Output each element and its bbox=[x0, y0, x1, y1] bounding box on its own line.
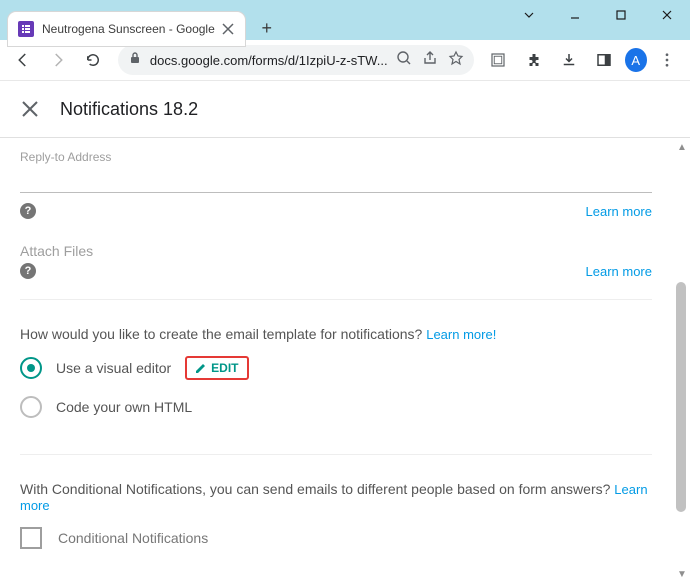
new-tab-button[interactable]: + bbox=[253, 14, 281, 42]
close-tab-icon[interactable] bbox=[221, 22, 235, 36]
window-dropdown[interactable] bbox=[506, 0, 552, 30]
url-text: docs.google.com/forms/d/1IzpiU-z-sTW... bbox=[150, 53, 388, 68]
template-question-text: How would you like to create the email t… bbox=[20, 326, 426, 342]
reply-to-label: Reply-to Address bbox=[20, 150, 652, 164]
url-bar[interactable]: docs.google.com/forms/d/1IzpiU-z-sTW... bbox=[118, 45, 474, 75]
window-maximize[interactable] bbox=[598, 0, 644, 30]
option-visual-editor[interactable]: Use a visual editor EDIT bbox=[0, 348, 672, 388]
attach-files-section: Attach Files ? Learn more bbox=[0, 231, 672, 291]
scroll-down-arrow[interactable]: ▼ bbox=[676, 569, 688, 581]
reply-to-section: Reply-to Address ? Learn more bbox=[0, 138, 672, 231]
help-icon[interactable]: ? bbox=[20, 203, 36, 219]
back-button[interactable] bbox=[8, 44, 37, 76]
reply-to-learn-more-link[interactable]: Learn more bbox=[586, 204, 652, 219]
sidepanel-icon[interactable] bbox=[589, 44, 618, 76]
option-code-html[interactable]: Code your own HTML bbox=[0, 388, 672, 426]
reload-button[interactable] bbox=[79, 44, 108, 76]
profile-avatar[interactable]: A bbox=[625, 48, 647, 72]
lock-icon bbox=[128, 51, 142, 70]
forward-button[interactable] bbox=[43, 44, 72, 76]
window-controls bbox=[506, 0, 690, 30]
bookmark-icon[interactable] bbox=[448, 50, 464, 71]
divider bbox=[20, 299, 652, 300]
browser-toolbar: docs.google.com/forms/d/1IzpiU-z-sTW... … bbox=[0, 40, 690, 81]
close-dialog-icon[interactable] bbox=[20, 99, 40, 119]
forms-favicon bbox=[18, 21, 34, 37]
attach-learn-more-link[interactable]: Learn more bbox=[586, 264, 652, 279]
help-icon[interactable]: ? bbox=[20, 263, 36, 279]
browser-titlebar: Neutrogena Sunscreen - Google + bbox=[0, 0, 690, 40]
zoom-icon[interactable] bbox=[396, 50, 412, 71]
attach-files-label: Attach Files bbox=[20, 243, 652, 259]
content-area: Reply-to Address ? Learn more Attach Fil… bbox=[0, 138, 672, 583]
conditional-text-body: With Conditional Notifications, you can … bbox=[20, 481, 614, 497]
checkbox-icon[interactable] bbox=[20, 527, 42, 549]
gtranslate-icon[interactable] bbox=[484, 44, 513, 76]
option-html-label: Code your own HTML bbox=[56, 399, 192, 415]
downloads-icon[interactable] bbox=[554, 44, 583, 76]
divider bbox=[20, 454, 652, 455]
option-visual-label: Use a visual editor bbox=[56, 360, 171, 376]
conditional-checkbox-label: Conditional Notifications bbox=[58, 530, 208, 546]
extensions-icon[interactable] bbox=[519, 44, 548, 76]
browser-tab[interactable]: Neutrogena Sunscreen - Google bbox=[8, 12, 245, 46]
conditional-checkbox-row[interactable]: Conditional Notifications bbox=[0, 521, 672, 555]
tab-title: Neutrogena Sunscreen - Google bbox=[42, 22, 215, 36]
window-minimize[interactable] bbox=[552, 0, 598, 30]
scrollbar[interactable]: ▲ ▼ bbox=[674, 142, 688, 581]
window-close[interactable] bbox=[644, 0, 690, 30]
reply-to-input[interactable] bbox=[20, 168, 652, 193]
kebab-menu-icon[interactable] bbox=[653, 44, 682, 76]
edit-button[interactable]: EDIT bbox=[185, 356, 248, 380]
edit-button-label: EDIT bbox=[211, 361, 238, 375]
conditional-text: With Conditional Notifications, you can … bbox=[0, 463, 672, 521]
template-question: How would you like to create the email t… bbox=[0, 308, 672, 348]
radio-unselected-icon[interactable] bbox=[20, 396, 42, 418]
scroll-up-arrow[interactable]: ▲ bbox=[676, 142, 688, 154]
radio-selected-icon[interactable] bbox=[20, 357, 42, 379]
template-learn-more-link[interactable]: Learn more! bbox=[426, 327, 496, 342]
share-icon[interactable] bbox=[422, 50, 438, 71]
app-header: Notifications 18.2 bbox=[0, 81, 690, 138]
page-title: Notifications 18.2 bbox=[60, 99, 198, 120]
scroll-thumb[interactable] bbox=[676, 282, 686, 512]
